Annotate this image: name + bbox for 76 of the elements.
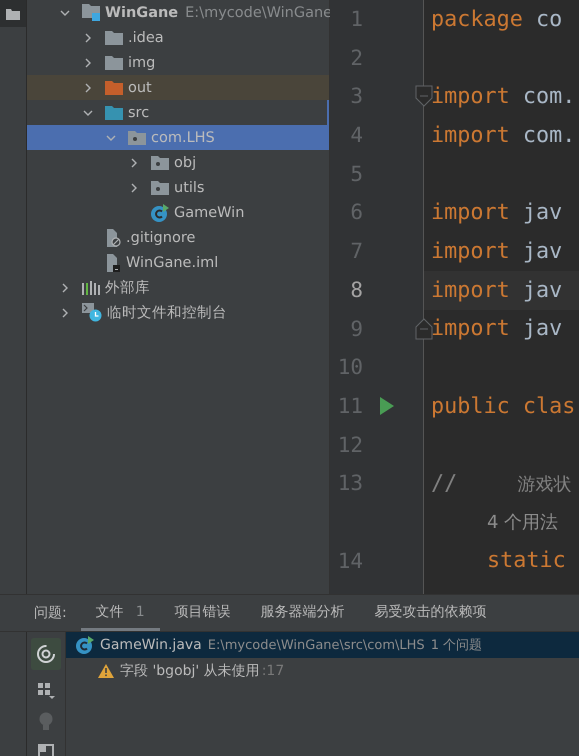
tree-item-label[interactable]: img [128, 54, 156, 70]
folder-icon [105, 80, 123, 94]
code-token: import [431, 316, 510, 342]
tree-item-label[interactable]: obj [174, 154, 196, 170]
tree-row[interactable]: out [27, 75, 329, 100]
tree-item-label[interactable]: GameWin [174, 204, 244, 220]
package-icon [151, 156, 169, 170]
code-token: com. [522, 84, 576, 110]
layout-icon[interactable] [38, 744, 54, 756]
line-number: 8 [350, 278, 363, 302]
tree-item-label[interactable]: 外部库 [105, 278, 150, 297]
file-icon [105, 228, 121, 246]
problem-message[interactable]: 字段 'bgobj' 从未使用 [120, 662, 260, 680]
code-token: jav [522, 200, 562, 226]
code-token: jav [522, 238, 562, 264]
line-reference: :17 [262, 663, 284, 679]
code-token: import [431, 278, 510, 303]
chevron-right-icon[interactable] [60, 308, 70, 318]
tree-item-label[interactable]: utils [174, 180, 204, 196]
tree-item-label[interactable]: .idea [128, 30, 164, 46]
code-token: 游戏状 [517, 472, 572, 496]
file-path: E:\mycode\WinGane\src\com\LHS [208, 638, 425, 652]
code-token: import [431, 200, 510, 226]
chevron-right-icon[interactable] [129, 158, 139, 168]
code-token: import [431, 84, 510, 110]
code-token: com. [522, 122, 576, 148]
class-icon [151, 204, 169, 222]
chevron-right-icon[interactable] [83, 82, 93, 92]
eye-toggle-button[interactable] [31, 638, 61, 670]
code-token: import [431, 238, 510, 264]
chevron-right-icon[interactable] [83, 32, 93, 42]
warning-icon [98, 664, 114, 678]
project-button[interactable] [0, 0, 26, 27]
problem-count: 1 个问题 [430, 637, 482, 654]
panel-tab[interactable]: 易受攻击的依赖项 [360, 595, 502, 631]
panel-label: 问题: [34, 604, 67, 622]
panel-tab[interactable]: 服务器端分析 [246, 595, 360, 631]
chevron-right-icon[interactable] [83, 58, 93, 68]
library-icon [82, 280, 100, 294]
folder-icon [105, 30, 123, 44]
tree-item-label[interactable]: src [128, 104, 150, 120]
code-token: jav [522, 278, 562, 303]
folder-icon [105, 56, 123, 70]
scratch-clock-icon [82, 303, 102, 322]
code-token: import [431, 122, 510, 148]
class-icon [76, 636, 94, 654]
tree-item-label[interactable]: 临时文件和控制台 [107, 303, 227, 322]
package-icon [151, 180, 169, 194]
code-token: static [487, 548, 566, 574]
tree-item-label[interactable]: WinGane [105, 4, 178, 20]
chevron-right-icon[interactable] [60, 282, 70, 292]
tree-item-label[interactable]: WinGane.iml [126, 254, 218, 270]
target-icon [36, 644, 56, 664]
chevron-down-icon[interactable] [60, 8, 70, 18]
run-icon[interactable] [380, 396, 394, 415]
problem-file-row[interactable]: GameWin.java E:\mycode\WinGane\src\com\LHS 1 个问题 [66, 632, 579, 658]
file-icon [105, 254, 121, 272]
code-token: co [534, 6, 562, 32]
usages-hint[interactable]: 4 个用法 [487, 510, 558, 534]
file-name: GameWin.java [100, 637, 202, 653]
chevron-right-icon[interactable] [129, 182, 139, 192]
code-token: public [431, 394, 510, 419]
chevron-down-icon[interactable] [83, 108, 93, 118]
panel-tab[interactable]: 项目错误 [160, 595, 246, 631]
code-token: jav [522, 316, 562, 342]
code-token: clas [522, 394, 576, 419]
code-token: // [431, 471, 458, 496]
project-folder-icon [82, 4, 100, 21]
tree-item-label[interactable]: .gitignore [126, 230, 196, 246]
folder-icon [105, 106, 123, 120]
project-path: E:\mycode\WinGane [185, 4, 332, 20]
tree-item-label[interactable]: out [128, 80, 152, 96]
package-icon [128, 130, 146, 144]
folder-icon [6, 8, 20, 20]
grid-icon[interactable] [37, 682, 55, 700]
code-token: package [431, 6, 523, 32]
